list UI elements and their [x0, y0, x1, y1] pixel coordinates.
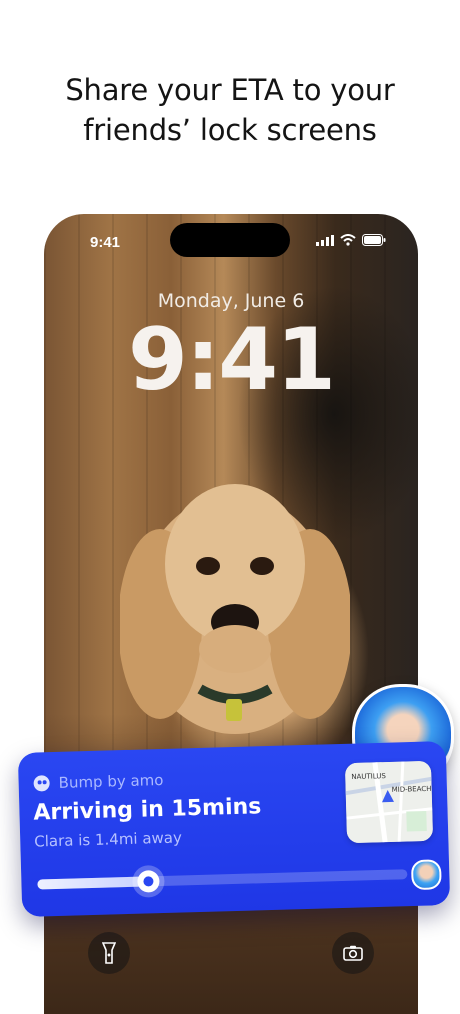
dog-wallpaper-image: [120, 484, 350, 734]
dynamic-island: [170, 223, 290, 257]
destination-avatar: [410, 859, 442, 891]
map-label-1: NAUTILUS: [351, 772, 386, 782]
headline: Share your ETA to your friends’ lock scr…: [0, 70, 460, 150]
distance-text: Clara is 1.4mi away: [34, 828, 183, 851]
progress-track: [37, 869, 408, 893]
camera-button[interactable]: [332, 932, 374, 974]
app-name: Bump by amo: [58, 770, 164, 792]
camera-icon: [343, 945, 363, 961]
flashlight-icon: [102, 942, 116, 964]
status-time: 9:41: [90, 234, 121, 251]
status-icons: [316, 234, 386, 246]
wifi-icon: [340, 234, 356, 246]
app-row: Bump by amo: [32, 770, 164, 793]
lock-screen-date: Monday, June 6: [157, 290, 305, 312]
map-label-2: MID-BEACH: [391, 784, 432, 794]
flashlight-button[interactable]: [88, 932, 130, 974]
battery-icon: [362, 234, 386, 246]
progress-thumb-dot: [143, 876, 154, 887]
signal-icon: [316, 234, 334, 246]
lock-screen-clock: 9:41: [128, 310, 336, 410]
bump-logo-icon: [33, 775, 50, 792]
headline-line-2: friends’ lock screens: [83, 113, 377, 147]
map-thumbnail[interactable]: NAUTILUS MID-BEACH: [344, 760, 434, 844]
progress-fill: [37, 876, 149, 890]
headline-line-1: Share your ETA to your: [65, 73, 395, 107]
arrival-text: Arriving in 15mins: [33, 794, 262, 826]
progress-thumb: [137, 870, 160, 893]
